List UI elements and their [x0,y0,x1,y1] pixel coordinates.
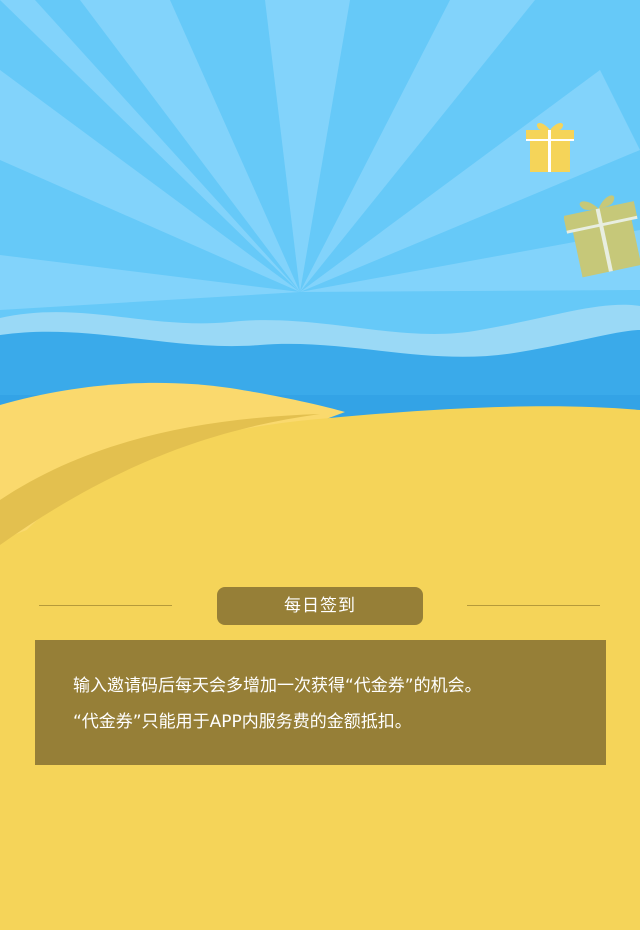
divider-right [467,605,600,606]
gift-icon [526,123,574,172]
gift-icon [564,195,640,278]
divider-left [39,605,172,606]
description-line: 输入邀请码后每天会多增加一次获得“代金券”的机会。 [73,676,482,696]
beach-background [0,0,640,930]
checkin-header: 每日签到 [0,587,640,625]
checkin-description-panel: 输入邀请码后每天会多增加一次获得“代金券”的机会。 “代金券”只能用于APP内服… [35,640,606,765]
description-line: “代金券”只能用于APP内服务费的金额抵扣。 [73,712,412,732]
checkin-title: 每日签到 [217,587,423,625]
